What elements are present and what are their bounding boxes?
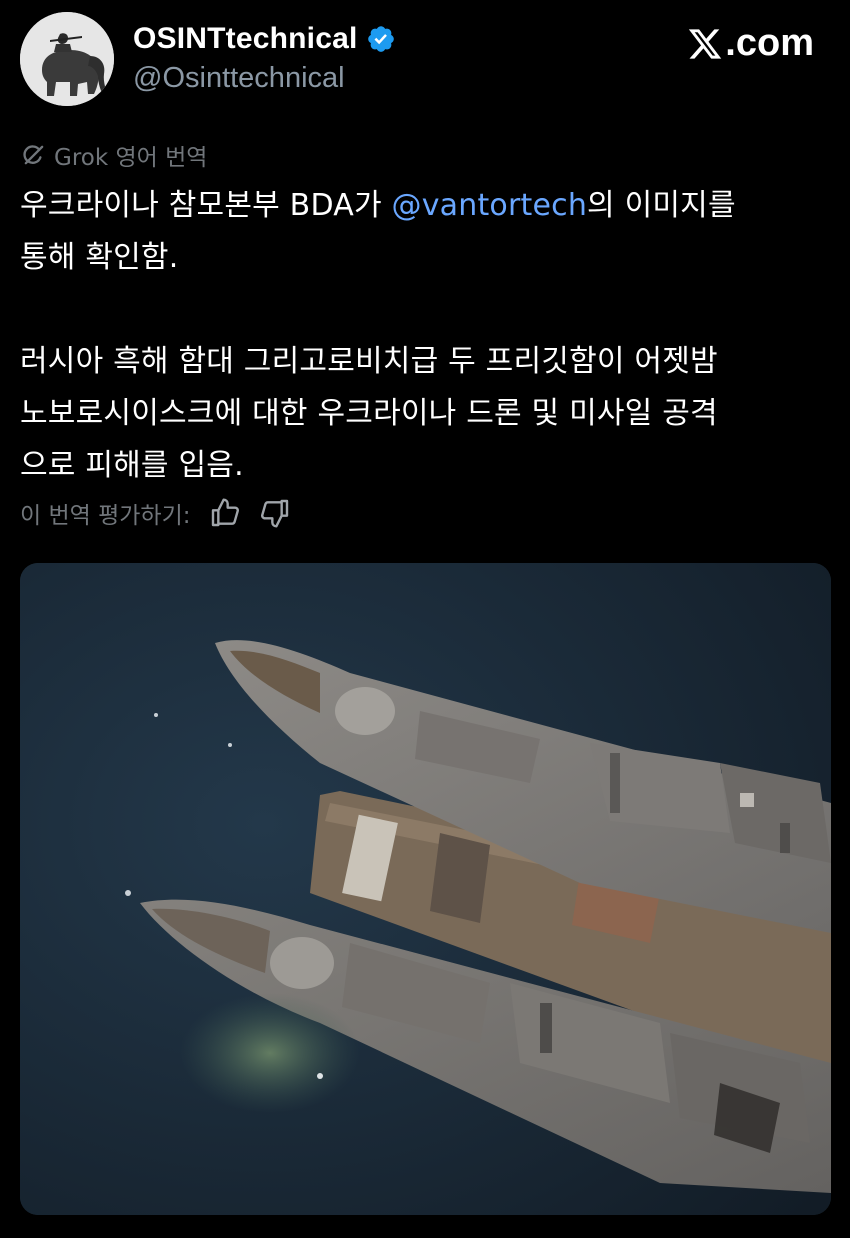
thumbs-down-icon[interactable] — [259, 497, 291, 529]
author-name-row[interactable]: OSINTtechnical — [133, 22, 396, 56]
tweet: OSINTtechnical @Osinttechnical .com Grok… — [0, 0, 850, 1238]
x-brand-logo: .com — [687, 22, 814, 65]
translation-label: Grok 영어 번역 — [54, 145, 208, 171]
tweet-line: 으로 피해를 입음. — [20, 448, 244, 483]
satellite-image-two-frigates — [20, 563, 831, 1215]
brand-domain: .com — [725, 22, 814, 64]
x-logo-icon — [689, 28, 722, 59]
author-handle[interactable]: @Osinttechnical — [133, 62, 345, 95]
mention-link[interactable]: @vantortech — [392, 188, 588, 223]
text-segment: 의 이미지를 — [587, 188, 736, 223]
avatar[interactable] — [20, 12, 114, 106]
tweet-line: 러시아 흑해 함대 그리고로비치급 두 프리깃함이 어젯밤 — [20, 344, 718, 379]
rate-translation-label: 이 번역 평가하기: — [20, 503, 191, 529]
thumbs-up-icon[interactable] — [209, 497, 241, 529]
soldier-on-elephant-avatar — [20, 12, 114, 106]
display-name[interactable]: OSINTtechnical — [133, 22, 358, 56]
tweet-line: 통해 확인함. — [20, 240, 179, 275]
tweet-paragraph-1: 우크라이나 참모본부 BDA가 @vantortech의 이미지를 — [20, 180, 830, 232]
rate-translation-row: 이 번역 평가하기: — [20, 496, 291, 530]
verified-badge-icon — [367, 26, 394, 52]
tweet-media-image[interactable] — [20, 563, 831, 1215]
tweet-text: 우크라이나 참모본부 BDA가 @vantortech의 이미지를 통해 확인함… — [20, 180, 830, 492]
translation-attribution[interactable]: Grok 영어 번역 — [20, 138, 207, 172]
grok-icon — [23, 145, 44, 165]
tweet-line: 노보로시이스크에 대한 우크라이나 드론 및 미사일 공격 — [20, 396, 718, 431]
text-segment: 우크라이나 참모본부 BDA가 — [20, 188, 392, 223]
